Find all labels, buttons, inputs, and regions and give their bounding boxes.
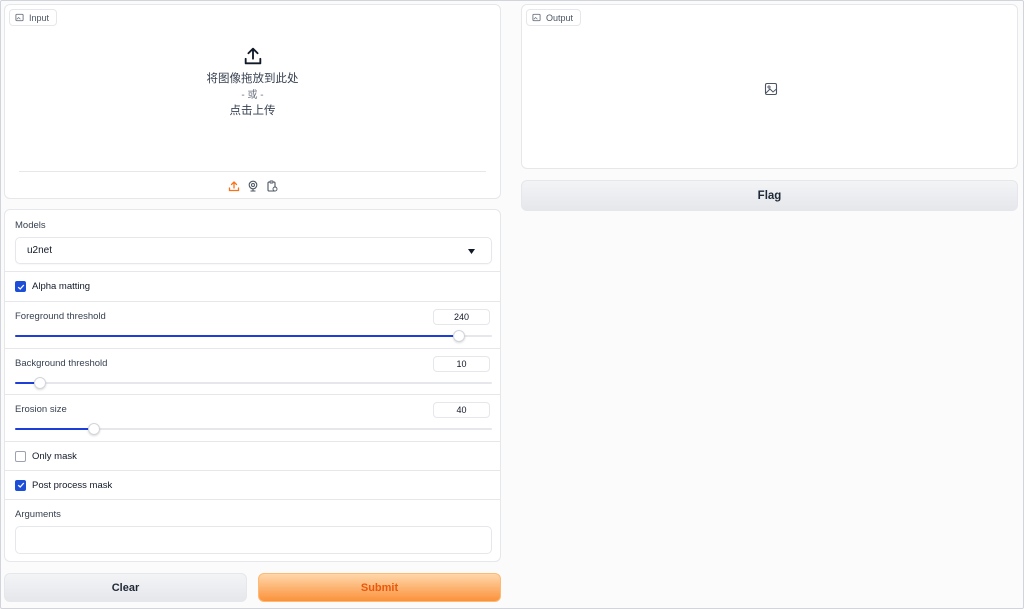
webcam-source-button[interactable]	[246, 179, 260, 193]
arguments-row: Arguments	[5, 499, 500, 561]
foreground-threshold-slider[interactable]	[15, 330, 492, 342]
slider-thumb[interactable]	[453, 330, 466, 342]
slider-fill	[15, 428, 95, 430]
slider-track	[15, 382, 492, 384]
webcam-icon	[248, 180, 257, 192]
slider-thumb[interactable]	[33, 377, 46, 389]
erosion-size-slider[interactable]	[15, 423, 492, 435]
post-process-mask-checkbox[interactable]	[15, 479, 26, 491]
or-text: - 或 -	[241, 90, 264, 101]
post-process-mask-label: Post process mask	[32, 479, 113, 491]
upload-icon	[228, 181, 239, 192]
caret-down-icon	[468, 249, 475, 254]
output-label: Output	[546, 12, 574, 23]
alpha-matting-label: Alpha matting	[32, 281, 91, 292]
background-threshold-label: Background threshold	[15, 358, 108, 369]
only-mask-row[interactable]: Only mask	[5, 441, 500, 470]
image-icon	[532, 13, 541, 22]
foreground-threshold-row: Foreground threshold 240	[5, 301, 500, 348]
slider-thumb[interactable]	[88, 423, 101, 435]
arguments-label: Arguments	[15, 509, 61, 520]
upload-dropzone[interactable]: 将图像拖放到此处 - 或 - 点击上传	[5, 45, 500, 120]
clipboard-source-button[interactable]	[265, 179, 279, 193]
models-label: Models	[15, 220, 46, 231]
upload-source-button[interactable]	[227, 179, 241, 193]
input-label: Input	[29, 12, 50, 23]
submit-button[interactable]: Submit	[258, 573, 501, 602]
upload-icon	[244, 47, 261, 65]
source-divider	[19, 171, 486, 172]
options-panel: Models u2net Alpha matting Foreground th…	[4, 209, 501, 562]
background-threshold-input[interactable]: 10	[433, 356, 490, 372]
only-mask-label: Only mask	[32, 450, 77, 462]
slider-fill	[15, 335, 460, 337]
clipboard-icon	[266, 180, 277, 192]
alpha-matting-row[interactable]: Alpha matting	[5, 271, 500, 301]
flag-button[interactable]: Flag	[521, 180, 1018, 211]
check-icon	[17, 482, 24, 488]
foreground-threshold-label: Foreground threshold	[15, 311, 106, 322]
alpha-matting-checkbox[interactable]	[15, 281, 26, 292]
models-selected-value: u2net	[27, 245, 53, 256]
drop-text: 将图像拖放到此处	[206, 73, 299, 85]
models-dropdown[interactable]: u2net	[15, 237, 492, 264]
click-to-upload-text[interactable]: 点击上传	[230, 103, 276, 120]
check-icon	[17, 284, 24, 290]
output-block-label: Output	[526, 9, 582, 26]
models-row: Models u2net	[5, 210, 500, 271]
output-image-panel: Output	[521, 4, 1018, 169]
image-icon	[15, 13, 24, 22]
erosion-size-input[interactable]: 40	[433, 402, 490, 418]
input-image-panel[interactable]: Input 将图像拖放到此处 - 或 - 点击上传	[4, 4, 501, 199]
arguments-input[interactable]	[15, 526, 492, 554]
erosion-size-label: Erosion size	[15, 404, 67, 415]
erosion-size-row: Erosion size 40	[5, 394, 500, 441]
post-process-mask-row[interactable]: Post process mask	[5, 470, 500, 499]
background-threshold-row: Background threshold 10	[5, 348, 500, 394]
foreground-threshold-input[interactable]: 240	[433, 309, 490, 325]
only-mask-checkbox[interactable]	[15, 450, 26, 462]
input-block-label: Input	[9, 9, 58, 26]
background-threshold-slider[interactable]	[15, 377, 492, 389]
clear-button[interactable]: Clear	[4, 573, 247, 602]
image-placeholder-icon	[764, 82, 778, 96]
source-selector	[5, 179, 500, 193]
